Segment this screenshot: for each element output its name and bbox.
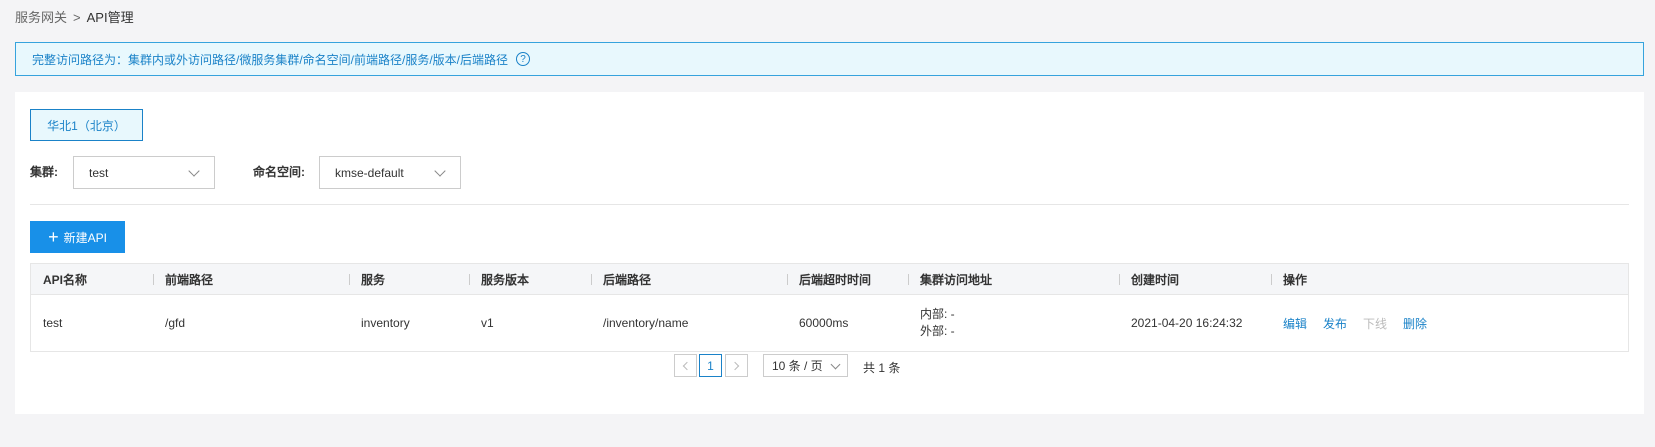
edit-link[interactable]: 编辑 <box>1283 315 1307 332</box>
chevron-down-icon <box>434 165 446 177</box>
col-timeout: 后端超时时间 <box>787 264 871 294</box>
breadcrumb-separator: > <box>73 10 81 25</box>
col-cluster-address: 集群访问地址 <box>908 264 992 294</box>
pagination: 1 10 条 / 页 共 1 条 <box>15 354 1644 378</box>
divider <box>30 204 1629 205</box>
namespace-select[interactable]: kmse-default <box>319 156 461 189</box>
total-count: 共 1 条 <box>863 361 901 375</box>
internal-address: 内部: - <box>920 307 955 321</box>
cell-timeout: 60000ms <box>799 316 849 330</box>
cell-cluster-address: 内部: - 外部: - <box>908 295 955 351</box>
cluster-label: 集群: <box>30 165 58 179</box>
new-api-label: 新建API <box>63 230 107 245</box>
col-backend-path: 后端路径 <box>591 264 651 294</box>
col-actions: 操作 <box>1271 264 1307 294</box>
offline-link: 下线 <box>1363 316 1388 331</box>
col-service: 服务 <box>349 264 385 294</box>
chevron-right-icon <box>730 361 740 370</box>
page-size-value: 10 条 / 页 <box>772 359 823 373</box>
notice-text: 完整访问路径为：集群内或外访问路径/微服务集群/命名空间/前端路径/服务/版本/… <box>32 52 509 67</box>
breadcrumb: 服务网关 > API管理 <box>15 7 134 26</box>
col-api-name: API名称 <box>43 272 88 287</box>
cell-actions: 编辑 发布 下线 删除 <box>1271 295 1443 351</box>
chevron-down-icon <box>188 165 200 177</box>
col-version: 服务版本 <box>469 264 529 294</box>
cell-frontend-path: /gfd <box>165 316 186 330</box>
page-size-select[interactable]: 10 条 / 页 <box>763 354 848 377</box>
table-header: API名称 前端路径 服务 服务版本 后端路径 后端超时时间 集群访问地址 创建… <box>31 264 1628 295</box>
breadcrumb-parent[interactable]: 服务网关 <box>15 10 67 25</box>
cell-api-name: test <box>43 316 63 330</box>
publish-link[interactable]: 发布 <box>1323 315 1347 332</box>
table-row: test /gfd inventory v1 /inventory/name 6… <box>31 295 1628 351</box>
cell-backend-path: /inventory/name <box>603 316 689 330</box>
cell-service: inventory <box>361 316 410 330</box>
api-table: API名称 前端路径 服务 服务版本 后端路径 后端超时时间 集群访问地址 创建… <box>30 263 1629 352</box>
cluster-select[interactable]: test <box>73 156 215 189</box>
namespace-select-value: kmse-default <box>335 165 404 180</box>
new-api-button[interactable]: + 新建API <box>30 221 125 253</box>
external-address: 外部: - <box>920 324 955 338</box>
col-created: 创建时间 <box>1119 264 1179 294</box>
prev-page-button[interactable] <box>674 354 697 377</box>
path-notice: 完整访问路径为：集群内或外访问路径/微服务集群/命名空间/前端路径/服务/版本/… <box>15 42 1644 76</box>
cluster-select-value: test <box>89 165 109 180</box>
delete-link[interactable]: 删除 <box>1403 315 1427 332</box>
chevron-left-icon <box>682 361 692 370</box>
region-tab[interactable]: 华北1（北京） <box>30 109 143 141</box>
help-circle-icon[interactable]: ? <box>516 52 531 66</box>
main-panel: 华北1（北京） 集群: test 命名空间: kmse-default + 新建… <box>15 92 1644 414</box>
page-number-button[interactable]: 1 <box>699 354 722 377</box>
cell-version: v1 <box>481 316 494 330</box>
breadcrumb-current: API管理 <box>86 10 134 25</box>
next-page-button[interactable] <box>725 354 748 377</box>
cell-created: 2021-04-20 16:24:32 <box>1131 316 1243 330</box>
col-frontend-path: 前端路径 <box>153 264 213 294</box>
namespace-label: 命名空间: <box>253 165 305 179</box>
chevron-down-icon <box>830 359 841 370</box>
plus-icon: + <box>48 227 59 247</box>
